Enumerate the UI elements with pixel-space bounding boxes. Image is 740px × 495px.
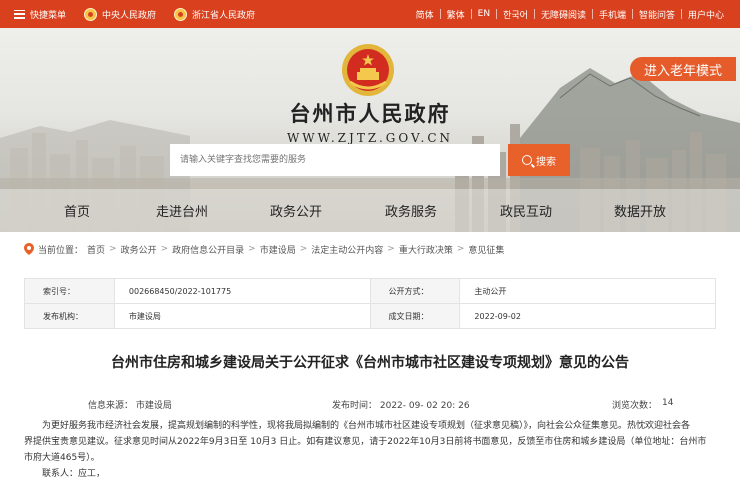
view-count: 14 <box>662 398 674 408</box>
central-gov-link[interactable]: 中央人民政府 <box>84 7 156 21</box>
breadcrumb-separator: > <box>299 244 308 254</box>
top-left-links: 快捷菜单 中央人民政府 浙江省人民政府 <box>14 0 255 28</box>
article-body: 为更好服务我市经济社会发展，提高规划编制的科学性，现将我局拟编制的《台州市城市社… <box>24 418 716 482</box>
korean-link[interactable]: 한국어 <box>497 8 534 21</box>
header-banner: 台州市人民政府 WWW.ZJTZ.GOV.CN 进入老年模式 搜索 首页 走进台… <box>0 28 740 232</box>
site-title: 台州市人民政府 <box>289 101 451 126</box>
table-row: 索引号： 002668450/2022-101775 公开方式： 主动公开 <box>24 278 716 304</box>
site-url: WWW.ZJTZ.GOV.CN <box>286 131 454 145</box>
breadcrumb-item[interactable]: 政府信息公开目录 <box>172 243 244 256</box>
mode-label: 公开方式： <box>369 278 461 304</box>
view-count-label: 浏览次数： <box>612 401 658 411</box>
mode-value: 主动公开 <box>459 278 716 304</box>
simplified-link[interactable]: 简体 <box>410 8 440 21</box>
nav-about-taizhou[interactable]: 走进台州 <box>156 189 208 232</box>
top-right-links: 简体 繁体 EN 한국어 无障碍阅读 手机端 智能问答 用户中心 <box>410 0 730 28</box>
body-line: 为更好服务我市经济社会发展，提高规划编制的科学性，现将我局拟编制的《台州市城市社… <box>42 421 691 431</box>
nav-gov-affairs[interactable]: 政务公开 <box>270 189 322 232</box>
national-emblem-icon <box>84 7 98 21</box>
article-source: 信息来源： 市建设局 <box>88 401 172 411</box>
main-nav: 首页 走进台州 政务公开 政务服务 政民互动 数据开放 <box>0 189 740 232</box>
breadcrumb-separator: > <box>248 244 256 254</box>
index-label: 索引号： <box>24 278 115 304</box>
nav-gov-services[interactable]: 政务服务 <box>385 189 437 232</box>
breadcrumb-separator: > <box>387 244 395 254</box>
nav-home[interactable]: 首页 <box>64 189 90 232</box>
nav-open-data[interactable]: 数据开放 <box>614 189 666 232</box>
breadcrumb-item[interactable]: 市建设局 <box>260 243 296 256</box>
breadcrumb: 当前位置： 首页 > 政务公开 > 政府信息公开目录 > 市建设局 > 法定主动… <box>24 240 504 258</box>
date-value: 2022-09-02 <box>459 303 716 329</box>
accessibility-link[interactable]: 无障碍阅读 <box>535 8 592 21</box>
provincial-emblem-icon <box>174 7 188 21</box>
document-info-table: 索引号： 002668450/2022-101775 公开方式： 主动公开 发布… <box>24 278 716 329</box>
index-value: 002668450/2022-101775 <box>113 278 371 304</box>
search-icon <box>522 155 532 165</box>
org-label: 发布机构： <box>24 303 115 329</box>
table-row: 发布机构： 市建设局 成文日期： 2022-09-02 <box>24 303 716 329</box>
search-bar: 搜索 <box>170 144 570 176</box>
search-input[interactable] <box>170 144 500 176</box>
zhejiang-gov-link[interactable]: 浙江省人民政府 <box>174 7 255 21</box>
date-label: 成文日期： <box>369 303 461 329</box>
user-center-link[interactable]: 用户中心 <box>682 8 730 21</box>
mobile-link[interactable]: 手机端 <box>593 8 632 21</box>
org-value: 市建设局 <box>113 303 371 329</box>
breadcrumb-item[interactable]: 意见征集 <box>468 243 504 256</box>
quick-menu-link[interactable]: 快捷菜单 <box>14 8 66 21</box>
article-publish-time: 发布时间： 2022- 09- 02 20: 26 <box>332 401 470 411</box>
breadcrumb-item[interactable]: 重大行政决策 <box>399 243 453 256</box>
smart-qa-link[interactable]: 智能问答 <box>633 8 681 21</box>
search-button[interactable]: 搜索 <box>508 144 570 176</box>
breadcrumb-item[interactable]: 政务公开 <box>121 243 157 256</box>
breadcrumb-item[interactable]: 法定主动公开内容 <box>311 243 383 256</box>
menu-icon <box>14 9 25 19</box>
body-line: 界提供宝贵意见建议。征求意见时间从2022年9月3日至 10月3 日止。如有建议… <box>24 437 707 447</box>
article-title: 台州市住房和城乡建设局关于公开征求《台州市城市社区建设专项规划》意见的公告 <box>111 355 629 371</box>
national-emblem-logo <box>342 44 394 96</box>
top-bar: 快捷菜单 中央人民政府 浙江省人民政府 简体 繁体 EN 한국어 无障碍阅读 手… <box>0 0 740 28</box>
breadcrumb-separator: > <box>160 244 169 254</box>
english-link[interactable]: EN <box>472 9 496 19</box>
body-line: 市府大道465号）。 <box>24 453 100 463</box>
breadcrumb-item[interactable]: 首页 <box>87 243 105 256</box>
traditional-link[interactable]: 繁体 <box>441 8 471 21</box>
breadcrumb-prefix: 当前位置： <box>38 245 84 256</box>
contact-line: 联系人：应工， <box>42 469 106 479</box>
location-pin-icon <box>24 243 34 255</box>
elder-mode-button[interactable]: 进入老年模式 <box>630 57 736 81</box>
nav-interaction[interactable]: 政民互动 <box>500 189 552 232</box>
breadcrumb-separator: > <box>456 244 465 254</box>
breadcrumb-separator: > <box>109 244 117 254</box>
